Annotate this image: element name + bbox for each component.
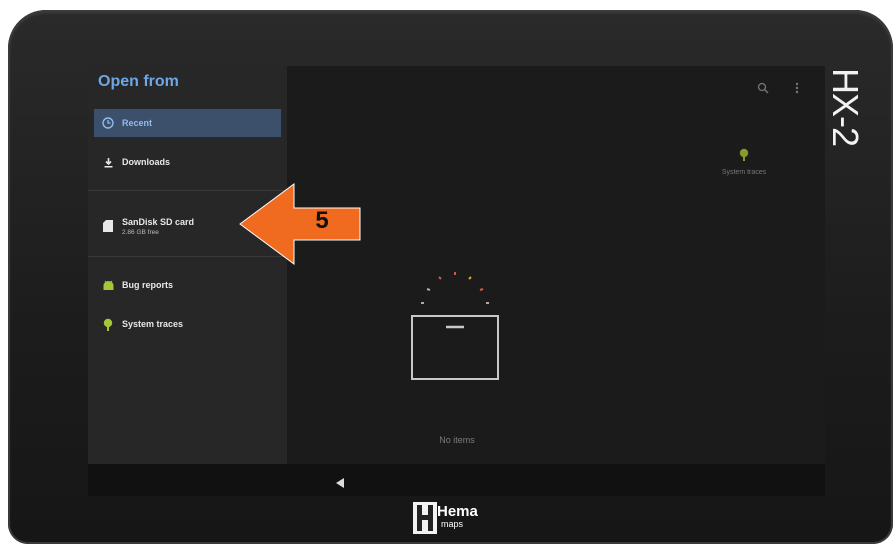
drawer-item-label: Bug reports [122,280,174,290]
hema-maps-logo: Hema maps [411,499,511,539]
system-navigation-bar [88,464,825,496]
tablet-screen: Open from Recent Downloads SanDisk SD ca… [88,66,825,496]
sd-card-icon [94,220,122,232]
search-icon[interactable] [757,81,769,99]
folder-item-system-traces[interactable]: System traces [689,148,799,176]
drawer-item-label: Recent [122,118,153,128]
drawer-item-label: System traces [122,319,184,329]
brand-name: Hema [437,503,478,520]
folder-label: System traces [721,169,767,176]
empty-box-icon [409,270,501,387]
empty-state-text: No items [439,435,475,445]
drawer-item-downloads[interactable]: Downloads [94,148,281,176]
android-icon [689,148,799,166]
step-number: 5 [315,207,329,234]
android-icon [94,318,122,331]
clock-icon [94,117,122,129]
device-model-label: HX-2 [825,68,866,147]
android-icon [94,280,122,291]
back-icon[interactable] [336,475,345,493]
content-area: System traces No items [287,66,825,464]
download-icon [94,157,122,168]
drawer-title: Open from [98,73,179,90]
drawer-item-label: Downloads [122,157,171,167]
storage-free-text: 2.86 GB free [122,228,159,236]
brand-subtitle: maps [441,519,464,529]
overflow-menu-icon[interactable] [795,81,799,99]
drawer-item-recent[interactable]: Recent [94,109,281,137]
callout-arrow-icon [239,183,361,265]
drawer-item-label: SanDisk SD card [122,216,195,227]
hema-logo-icon [413,502,437,539]
drawer-item-bug-reports[interactable]: Bug reports [94,271,281,299]
step-callout: 5 [238,182,362,266]
drawer-item-system-traces[interactable]: System traces [94,310,281,338]
